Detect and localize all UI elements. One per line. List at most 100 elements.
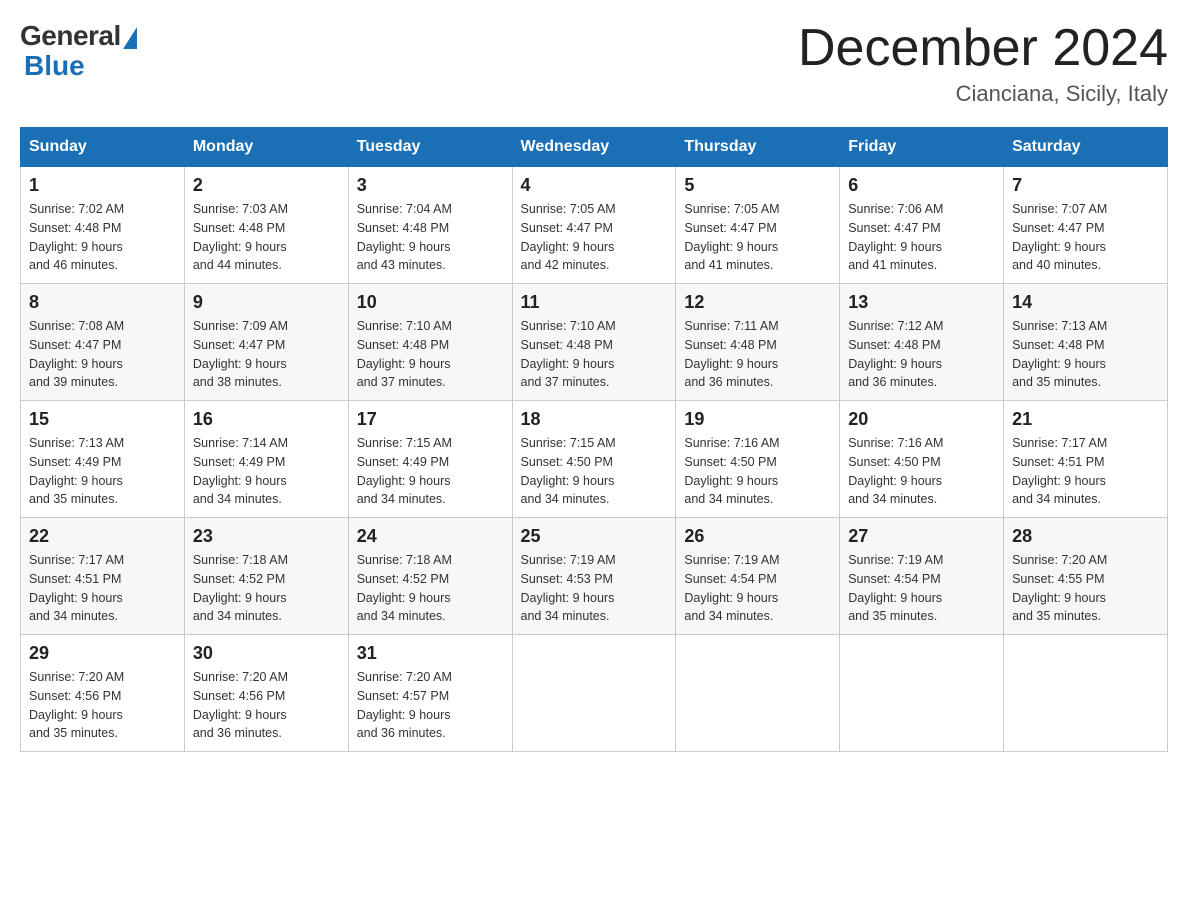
calendar-day-cell: 8 Sunrise: 7:08 AMSunset: 4:47 PMDaylight…: [21, 284, 185, 401]
day-number: 21: [1012, 409, 1159, 430]
weekday-header-thursday: Thursday: [676, 128, 840, 167]
calendar-week-row: 8 Sunrise: 7:08 AMSunset: 4:47 PMDaylight…: [21, 284, 1168, 401]
calendar-day-cell: 1Sunrise: 7:02 AMSunset: 4:48 PMDaylight…: [21, 167, 185, 284]
day-info: Sunrise: 7:13 AMSunset: 4:49 PMDaylight:…: [29, 434, 176, 509]
calendar-week-row: 1Sunrise: 7:02 AMSunset: 4:48 PMDaylight…: [21, 167, 1168, 284]
calendar-day-cell: 17 Sunrise: 7:15 AMSunset: 4:49 PMDayligh…: [348, 401, 512, 518]
calendar-day-cell: 10 Sunrise: 7:10 AMSunset: 4:48 PMDayligh…: [348, 284, 512, 401]
calendar-day-cell: 7 Sunrise: 7:07 AMSunset: 4:47 PMDaylight…: [1004, 167, 1168, 284]
calendar-table: SundayMondayTuesdayWednesdayThursdayFrid…: [20, 127, 1168, 752]
weekday-header-friday: Friday: [840, 128, 1004, 167]
day-number: 25: [521, 526, 668, 547]
calendar-day-cell: 9 Sunrise: 7:09 AMSunset: 4:47 PMDaylight…: [184, 284, 348, 401]
day-info: Sunrise: 7:10 AMSunset: 4:48 PMDaylight:…: [357, 317, 504, 392]
calendar-week-row: 15 Sunrise: 7:13 AMSunset: 4:49 PMDayligh…: [21, 401, 1168, 518]
day-number: 9: [193, 292, 340, 313]
calendar-day-cell: 3 Sunrise: 7:04 AMSunset: 4:48 PMDaylight…: [348, 167, 512, 284]
day-number: 29: [29, 643, 176, 664]
calendar-day-cell: 24 Sunrise: 7:18 AMSunset: 4:52 PMDayligh…: [348, 518, 512, 635]
day-info: Sunrise: 7:15 AMSunset: 4:50 PMDaylight:…: [521, 434, 668, 509]
empty-cell: [512, 635, 676, 752]
day-info: Sunrise: 7:14 AMSunset: 4:49 PMDaylight:…: [193, 434, 340, 509]
day-info: Sunrise: 7:20 AMSunset: 4:56 PMDaylight:…: [29, 668, 176, 743]
calendar-day-cell: 14Sunrise: 7:13 AMSunset: 4:48 PMDayligh…: [1004, 284, 1168, 401]
day-info: Sunrise: 7:19 AMSunset: 4:54 PMDaylight:…: [848, 551, 995, 626]
day-info: Sunrise: 7:16 AMSunset: 4:50 PMDaylight:…: [684, 434, 831, 509]
day-number: 12: [684, 292, 831, 313]
day-info: Sunrise: 7:06 AMSunset: 4:47 PMDaylight:…: [848, 200, 995, 275]
calendar-day-cell: 27Sunrise: 7:19 AMSunset: 4:54 PMDayligh…: [840, 518, 1004, 635]
day-number: 5: [684, 175, 831, 196]
day-number: 17: [357, 409, 504, 430]
logo-general-text: General: [20, 20, 121, 52]
day-info: Sunrise: 7:20 AMSunset: 4:55 PMDaylight:…: [1012, 551, 1159, 626]
day-info: Sunrise: 7:15 AMSunset: 4:49 PMDaylight:…: [357, 434, 504, 509]
day-info: Sunrise: 7:08 AMSunset: 4:47 PMDaylight:…: [29, 317, 176, 392]
day-info: Sunrise: 7:07 AMSunset: 4:47 PMDaylight:…: [1012, 200, 1159, 275]
calendar-day-cell: 13Sunrise: 7:12 AMSunset: 4:48 PMDayligh…: [840, 284, 1004, 401]
day-number: 13: [848, 292, 995, 313]
empty-cell: [1004, 635, 1168, 752]
day-number: 15: [29, 409, 176, 430]
day-info: Sunrise: 7:20 AMSunset: 4:56 PMDaylight:…: [193, 668, 340, 743]
calendar-day-cell: 2 Sunrise: 7:03 AMSunset: 4:48 PMDaylight…: [184, 167, 348, 284]
logo-blue-text: Blue: [24, 50, 85, 82]
day-number: 16: [193, 409, 340, 430]
calendar-day-cell: 19 Sunrise: 7:16 AMSunset: 4:50 PMDayligh…: [676, 401, 840, 518]
calendar-header-row: SundayMondayTuesdayWednesdayThursdayFrid…: [21, 128, 1168, 167]
calendar-day-cell: 21Sunrise: 7:17 AMSunset: 4:51 PMDayligh…: [1004, 401, 1168, 518]
day-number: 26: [684, 526, 831, 547]
location-title: Cianciana, Sicily, Italy: [798, 81, 1168, 107]
calendar-day-cell: 18Sunrise: 7:15 AMSunset: 4:50 PMDayligh…: [512, 401, 676, 518]
day-info: Sunrise: 7:10 AMSunset: 4:48 PMDaylight:…: [521, 317, 668, 392]
day-info: Sunrise: 7:19 AMSunset: 4:54 PMDaylight:…: [684, 551, 831, 626]
day-number: 30: [193, 643, 340, 664]
day-info: Sunrise: 7:18 AMSunset: 4:52 PMDaylight:…: [193, 551, 340, 626]
calendar-day-cell: 25 Sunrise: 7:19 AMSunset: 4:53 PMDayligh…: [512, 518, 676, 635]
day-number: 2: [193, 175, 340, 196]
calendar-day-cell: 28 Sunrise: 7:20 AMSunset: 4:55 PMDayligh…: [1004, 518, 1168, 635]
day-info: Sunrise: 7:03 AMSunset: 4:48 PMDaylight:…: [193, 200, 340, 275]
day-number: 23: [193, 526, 340, 547]
month-title: December 2024: [798, 20, 1168, 77]
day-info: Sunrise: 7:11 AMSunset: 4:48 PMDaylight:…: [684, 317, 831, 392]
day-info: Sunrise: 7:02 AMSunset: 4:48 PMDaylight:…: [29, 200, 176, 275]
day-info: Sunrise: 7:20 AMSunset: 4:57 PMDaylight:…: [357, 668, 504, 743]
day-number: 7: [1012, 175, 1159, 196]
day-info: Sunrise: 7:16 AMSunset: 4:50 PMDaylight:…: [848, 434, 995, 509]
empty-cell: [840, 635, 1004, 752]
day-number: 19: [684, 409, 831, 430]
day-number: 11: [521, 292, 668, 313]
day-number: 28: [1012, 526, 1159, 547]
calendar-day-cell: 26 Sunrise: 7:19 AMSunset: 4:54 PMDayligh…: [676, 518, 840, 635]
day-info: Sunrise: 7:09 AMSunset: 4:47 PMDaylight:…: [193, 317, 340, 392]
day-info: Sunrise: 7:18 AMSunset: 4:52 PMDaylight:…: [357, 551, 504, 626]
weekday-header-sunday: Sunday: [21, 128, 185, 167]
logo-triangle-icon: [123, 27, 137, 49]
day-info: Sunrise: 7:05 AMSunset: 4:47 PMDaylight:…: [521, 200, 668, 275]
empty-cell: [676, 635, 840, 752]
day-number: 22: [29, 526, 176, 547]
day-number: 24: [357, 526, 504, 547]
day-info: Sunrise: 7:05 AMSunset: 4:47 PMDaylight:…: [684, 200, 831, 275]
day-info: Sunrise: 7:17 AMSunset: 4:51 PMDaylight:…: [29, 551, 176, 626]
calendar-day-cell: 15 Sunrise: 7:13 AMSunset: 4:49 PMDayligh…: [21, 401, 185, 518]
calendar-day-cell: 23 Sunrise: 7:18 AMSunset: 4:52 PMDayligh…: [184, 518, 348, 635]
day-number: 3: [357, 175, 504, 196]
day-number: 10: [357, 292, 504, 313]
calendar-week-row: 29 Sunrise: 7:20 AMSunset: 4:56 PMDayligh…: [21, 635, 1168, 752]
calendar-day-cell: 29 Sunrise: 7:20 AMSunset: 4:56 PMDayligh…: [21, 635, 185, 752]
page-header: General Blue December 2024 Cianciana, Si…: [20, 20, 1168, 107]
calendar-week-row: 22 Sunrise: 7:17 AMSunset: 4:51 PMDayligh…: [21, 518, 1168, 635]
title-block: December 2024 Cianciana, Sicily, Italy: [798, 20, 1168, 107]
calendar-day-cell: 16 Sunrise: 7:14 AMSunset: 4:49 PMDayligh…: [184, 401, 348, 518]
calendar-day-cell: 22 Sunrise: 7:17 AMSunset: 4:51 PMDayligh…: [21, 518, 185, 635]
calendar-day-cell: 31Sunrise: 7:20 AMSunset: 4:57 PMDayligh…: [348, 635, 512, 752]
day-number: 6: [848, 175, 995, 196]
calendar-day-cell: 11 Sunrise: 7:10 AMSunset: 4:48 PMDayligh…: [512, 284, 676, 401]
day-info: Sunrise: 7:04 AMSunset: 4:48 PMDaylight:…: [357, 200, 504, 275]
day-number: 4: [521, 175, 668, 196]
day-number: 8: [29, 292, 176, 313]
logo: General Blue: [20, 20, 137, 82]
day-info: Sunrise: 7:19 AMSunset: 4:53 PMDaylight:…: [521, 551, 668, 626]
